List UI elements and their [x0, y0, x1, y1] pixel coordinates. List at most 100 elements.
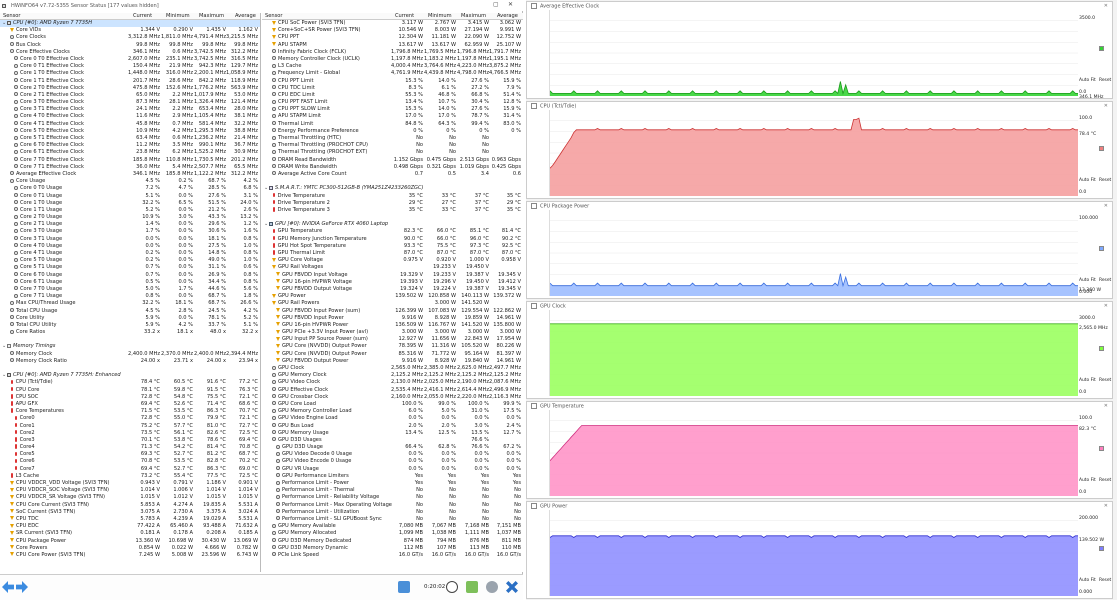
- sensor-row[interactable]: GPU Memory Junction Temperature 90.0 °C 66…: [262, 236, 523, 243]
- sensor-group-header[interactable]: ⌄ S.M.A.R.T.: YMTC PC300-512GB-B (YMA251Z…: [262, 185, 523, 192]
- sensor-row[interactable]: APU GFX 69.4 °C 52.6 °C 71.4 °C 68.6 °C: [0, 401, 260, 408]
- sensor-row[interactable]: GPU FBVDD Input Voltage 19.329 V 19.233 V 1…: [262, 272, 523, 279]
- sensor-row[interactable]: CPU VDDCR_VDD Voltage (SVI3 TFN) 0.943 V 0…: [0, 480, 260, 487]
- sensor-row[interactable]: GPU Effective Clock 2,535.4 MHz 2,416.1 MH…: [262, 387, 523, 394]
- report-icon[interactable]: [466, 581, 478, 593]
- sensor-row[interactable]: Core 5 T1 Effective Clock 63.4 MHz 0.6 MHz…: [0, 135, 260, 142]
- close-graph-icon[interactable]: ✕: [1104, 503, 1108, 509]
- sensor-row[interactable]: Core1 75.2 °C 57.7 °C 81.0 °C 72.7 °C: [0, 423, 260, 430]
- sensor-row[interactable]: Average Effective Clock 346.1 MHz 185.8 MH…: [0, 171, 260, 178]
- sensor-row[interactable]: APU STAPM 13.617 W 13.617 W 62.959 W 25.107 …: [262, 42, 523, 49]
- sensor-row[interactable]: GPU Thermal Limit 87.0 °C 87.0 °C 87.0 °C 87…: [262, 250, 523, 257]
- sensor-row[interactable]: GPU Crossbar Clock 2,160.0 MHz 2,055.0 MHz…: [262, 394, 523, 401]
- sensor-row[interactable]: GPU Input PP Source Power (sum) 12.927 W 1…: [262, 336, 523, 343]
- sensor-row[interactable]: Core 0 T0 Effective Clock 2,607.0 MHz 235.…: [0, 56, 260, 63]
- sensor-row[interactable]: Core Temperatures 71.5 °C 53.5 °C 86.3 °C 70…: [0, 408, 260, 415]
- sensor-row[interactable]: GPU Bus Load 2.0 % 2.0 % 3.0 % 2.4 %: [262, 423, 523, 430]
- sensor-row[interactable]: Core Clocks 3,312.8 MHz 1,811.0 MHz 4,791.4…: [0, 34, 260, 41]
- sensor-row[interactable]: Performance Limit - Utilization No No No No: [262, 509, 523, 516]
- sensor-row[interactable]: GPU Memory Clock 2,125.2 MHz 2,125.2 MHz 2,…: [262, 372, 523, 379]
- sensor-row[interactable]: Core 7 T0 Usage 5.0 % 1.7 % 44.6 % 5.6 %: [0, 286, 260, 293]
- sensor-row[interactable]: Thermal Throttling (PROCHOT EXT) No No No: [262, 149, 523, 156]
- sensor-row[interactable]: Total CPU Usage 4.5 % 2.8 % 24.5 % 4.2 %: [0, 308, 260, 315]
- sensor-group-header[interactable]: ⌄ GPU [#0]: NVIDIA GeForce RTX 4060 Lapto…: [262, 221, 523, 228]
- graph-panel[interactable]: GPU Temperature ✕ 100.0 82.3 °C 0.0 Auto Fit R…: [526, 401, 1113, 499]
- sensor-row[interactable]: CPU (Tctl/Tdie) 78.4 °C 60.5 °C 91.6 °C 77.2…: [0, 379, 260, 386]
- graph-panel[interactable]: GPU Power ✕ 200.000 139.502 W 0.000 Auto Fit R…: [526, 501, 1113, 599]
- sensor-row[interactable]: Core6 70.8 °C 53.5 °C 82.8 °C 70.2 °C: [0, 458, 260, 465]
- graph-color-swatch[interactable]: [1099, 246, 1104, 252]
- sensor-row[interactable]: Core 1 T1 Effective Clock 201.7 MHz 28.6 M…: [0, 78, 260, 85]
- clock-icon[interactable]: [446, 581, 458, 593]
- sensor-row[interactable]: GPU Memory Allocated 1,099 MB 1,038 MB 1,11…: [262, 530, 523, 537]
- sensor-row[interactable]: CPU SOC 72.8 °C 54.8 °C 75.5 °C 72.1 °C: [0, 394, 260, 401]
- sensor-row[interactable]: CPU TDC Limit 8.3 % 6.1 % 27.2 % 7.9 %: [262, 85, 523, 92]
- sensor-row[interactable]: Core Usage 4.5 % 0.2 % 68.7 % 4.2 %: [0, 178, 260, 185]
- sensor-row[interactable]: Core 7 T0 Effective Clock 185.8 MHz 110.8 …: [0, 157, 260, 164]
- sensor-row[interactable]: GPU FBVDD Input Power 9.916 W 8.928 W 19.85…: [262, 315, 523, 322]
- sensor-row[interactable]: Core 6 T1 Effective Clock 23.8 MHz 6.2 MHz…: [0, 149, 260, 156]
- sensor-row[interactable]: GPU Video Clock 2,130.0 MHz 2,025.0 MHz 2,1…: [262, 379, 523, 386]
- sensor-row[interactable]: Core 1 T1 Usage 5.2 % 0.0 % 21.2 % 2.6 %: [0, 207, 260, 214]
- sensor-row[interactable]: Core 1 T0 Usage 32.2 % 6.5 % 51.5 % 24.0 %: [0, 200, 260, 207]
- auto-fit-button[interactable]: Auto Fit: [1079, 278, 1096, 283]
- sensor-row[interactable]: GPU Video Decode 0 Usage 0.0 % 0.0 % 0.0 % 0…: [262, 451, 523, 458]
- sensor-row[interactable]: Core3 70.1 °C 53.8 °C 78.6 °C 69.4 °C: [0, 437, 260, 444]
- reset-button[interactable]: Reset: [1099, 178, 1111, 183]
- collapse-chevron-icon[interactable]: ⌄: [2, 343, 6, 350]
- sensor-row[interactable]: GPU VR Usage 0.0 % 0.0 % 0.0 % 0.0 %: [262, 466, 523, 473]
- sensor-row[interactable]: Core 6 T1 Usage 0.5 % 0.0 % 34.4 % 0.8 %: [0, 279, 260, 286]
- sensor-row[interactable]: PCIe Link Speed 16.0 GT/s 16.0 GT/s 16.0 GT…: [262, 552, 523, 559]
- col-current[interactable]: Current: [133, 13, 152, 20]
- sensor-row[interactable]: Core 4 T0 Effective Clock 11.6 MHz 2.9 MHz…: [0, 113, 260, 120]
- sensor-row[interactable]: Core 3 T0 Effective Clock 87.3 MHz 28.1 MH…: [0, 99, 260, 106]
- sensor-row[interactable]: CPU Core Current (SVI3 TFN) 5.853 A 4.274 …: [0, 502, 260, 509]
- sensor-group-header[interactable]: ⌄ CPU [#0]: AMD Ryzen 7 7735H: [0, 20, 260, 28]
- sensor-row[interactable]: Core Effective Clocks 346.1 MHz 0.6 MHz 3,7…: [0, 49, 260, 56]
- sensor-row[interactable]: CPU PPT 12.304 W 11.181 W 22.090 W 12.752 W: [262, 34, 523, 41]
- sensor-row[interactable]: GPU Core (NVVDD) Output Power 78.395 W 11.…: [262, 343, 523, 350]
- auto-fit-button[interactable]: Auto Fit: [1079, 478, 1096, 483]
- sensor-row[interactable]: Memory Clock 2,400.0 MHz 2,370.0 MHz 2,400.…: [0, 351, 260, 358]
- sensor-row[interactable]: Performance Limit - SLI GPUBoost Sync No N…: [262, 516, 523, 523]
- sensor-row[interactable]: Core 2 T0 Effective Clock 475.8 MHz 152.6 …: [0, 85, 260, 92]
- graph-color-swatch[interactable]: [1099, 46, 1104, 52]
- sensor-row[interactable]: Core 5 T0 Effective Clock 10.9 MHz 4.2 MHz…: [0, 128, 260, 135]
- sensor-row[interactable]: GPU Video Encode 0 Usage 0.0 % 0.0 % 0.0 % 0…: [262, 458, 523, 465]
- sensor-row[interactable]: Performance Limit - Thermal No No No No: [262, 487, 523, 494]
- col-current[interactable]: Current: [395, 13, 414, 20]
- reset-button[interactable]: Reset: [1099, 78, 1111, 83]
- graph-color-swatch[interactable]: [1099, 446, 1104, 452]
- sensor-row[interactable]: Core 5 T1 Usage 0.7 % 0.0 % 31.1 % 0.6 %: [0, 264, 260, 271]
- col-average[interactable]: Average: [235, 13, 256, 20]
- sensor-row[interactable]: CPU EDC Limit 55.3 % 46.8 % 66.8 % 51.4 %: [262, 92, 523, 99]
- sensor-row[interactable]: CPU VDDCR_SR Voltage (SVI3 TFN) 1.015 V 1.…: [0, 494, 260, 501]
- sensor-row[interactable]: Core Ratios 33.2 x 18.1 x 48.0 x 32.2 x: [0, 329, 260, 336]
- sensor-row[interactable]: Core5 69.3 °C 52.7 °C 81.2 °C 68.7 °C: [0, 451, 260, 458]
- auto-fit-button[interactable]: Auto Fit: [1079, 378, 1096, 383]
- reset-button[interactable]: Reset: [1099, 378, 1111, 383]
- col-maximum[interactable]: Maximum: [461, 13, 486, 20]
- sensor-row[interactable]: Drive Temperature 3 35 °C 33 °C 37 °C 35 °C: [262, 207, 523, 214]
- collapse-chevron-icon[interactable]: ⌄: [264, 185, 268, 192]
- sensor-row[interactable]: Core 6 T0 Effective Clock 11.2 MHz 3.5 MHz…: [0, 142, 260, 149]
- sensor-row[interactable]: CPU TDC 5.783 A 4.239 A 19.029 A 5.531 A: [0, 516, 260, 523]
- sensor-row[interactable]: Performance Limit - Reliability Voltage N…: [262, 494, 523, 501]
- sensor-row[interactable]: Total CPU Utility 5.9 % 4.2 % 33.7 % 5.1 %: [0, 322, 260, 329]
- sensor-row[interactable]: GPU FBVDD Output Voltage 19.324 V 19.224 V…: [262, 286, 523, 293]
- sensor-row[interactable]: GPU D3D Memory Dynamic 112 MB 107 MB 113 MB…: [262, 545, 523, 552]
- sensor-row[interactable]: Core 6 T0 Usage 0.7 % 0.0 % 26.9 % 0.8 %: [0, 272, 260, 279]
- sensor-row[interactable]: DRAM Write Bandwidth 0.498 Gbps 0.321 Gbps…: [262, 164, 523, 171]
- sensor-row[interactable]: Core Utility 5.9 % 0.0 % 78.1 % 5.2 %: [0, 315, 260, 322]
- sensor-row[interactable]: GPU Rail Voltages 19.233 V 19.450 V: [262, 264, 523, 271]
- sensor-row[interactable]: CPU Core Power (SVI3 TFN) 7.245 W 5.008 W 2…: [0, 552, 260, 559]
- sensor-row[interactable]: GPU Memory Controller Load 6.0 % 5.0 % 31.0…: [262, 408, 523, 415]
- graph-panel[interactable]: CPU Package Power ✕ 100.000 13.360 W 0.000 Au…: [526, 201, 1113, 299]
- close-button[interactable]: ✕: [508, 1, 513, 8]
- sensor-row[interactable]: GPU Memory Available 7,080 MB 7,067 MB 7,16…: [262, 523, 523, 530]
- sensor-row[interactable]: Core 1 T0 Effective Clock 1,448.0 MHz 316.…: [0, 70, 260, 77]
- close-graph-icon[interactable]: ✕: [1104, 403, 1108, 409]
- sensor-row[interactable]: CPU PPT Limit 15.3 % 14.0 % 27.6 % 15.9 %: [262, 78, 523, 85]
- sensor-row[interactable]: Core7 69.4 °C 52.7 °C 86.3 °C 69.0 °C: [0, 466, 260, 473]
- sensor-row[interactable]: Core Powers 0.854 W 0.022 W 4.666 W 0.782 W: [0, 545, 260, 552]
